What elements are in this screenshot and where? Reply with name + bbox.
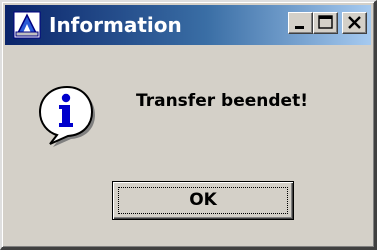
message-text: Transfer beendet! <box>136 91 308 111</box>
info-icon <box>38 85 96 147</box>
ok-button[interactable]: OK <box>112 181 294 220</box>
window-title: Information <box>49 13 182 37</box>
minimize-button[interactable] <box>288 12 313 34</box>
app-icon <box>13 11 41 39</box>
message-dialog: Information Transfer beendet! OK <box>0 0 377 250</box>
maximize-button[interactable] <box>313 12 338 34</box>
close-button[interactable] <box>342 12 367 34</box>
ok-button-label: OK <box>189 190 217 210</box>
title-bar[interactable]: Information <box>5 5 371 45</box>
